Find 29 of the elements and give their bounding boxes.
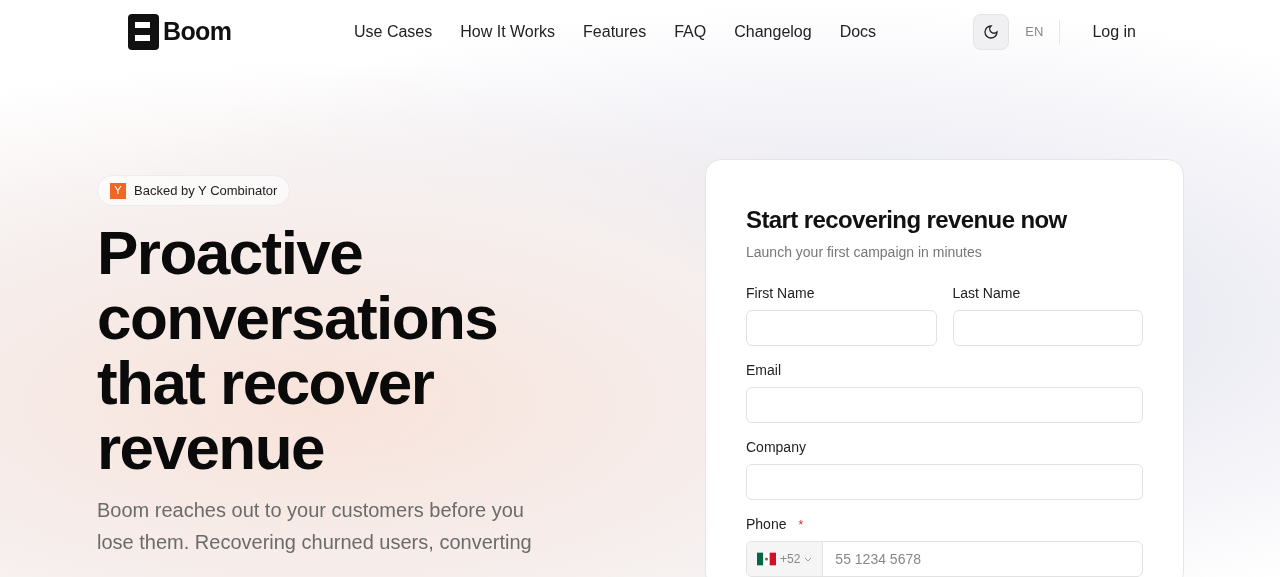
moon-icon xyxy=(983,24,1000,40)
input-field[interactable] xyxy=(746,310,937,346)
nav-link[interactable]: How It Works xyxy=(460,20,556,44)
theme-toggle-button[interactable] xyxy=(973,14,1010,50)
flag-icon xyxy=(757,552,776,566)
field-label: First Name xyxy=(746,284,815,303)
field-label: Company xyxy=(746,438,806,457)
input-field[interactable] xyxy=(746,387,1143,423)
hero-description: Boom reaches out to your customers before you lose them. Recovering churned users, converting xyxy=(97,498,533,555)
y-combinator-icon: Y xyxy=(110,182,126,199)
field-label: Phone xyxy=(746,515,787,534)
form-subtitle: Launch your first campaign in minutes xyxy=(746,243,983,262)
nav-link[interactable]: Use Cases xyxy=(354,20,433,44)
input-field[interactable] xyxy=(952,310,1143,346)
brand-name: Boom xyxy=(163,16,232,48)
logo-icon xyxy=(128,14,159,50)
input-field[interactable] xyxy=(746,464,1143,500)
required-mark: * xyxy=(798,516,804,534)
field-label: Email xyxy=(746,361,781,380)
field-label: Last Name xyxy=(952,284,1021,303)
headline: Proactive conversations that recover revenue xyxy=(97,220,499,480)
nav-link[interactable]: Docs xyxy=(839,20,877,44)
nav-link[interactable]: Features xyxy=(583,20,647,44)
nav-link[interactable]: Changelog xyxy=(734,20,812,44)
login-link[interactable]: Log in xyxy=(1092,20,1136,44)
chevron-down-icon xyxy=(804,556,813,562)
form-title: Start recovering revenue now xyxy=(746,205,1068,235)
badge-text: Backed by Y Combinator xyxy=(134,181,278,200)
nav-link[interactable]: FAQ xyxy=(674,20,707,44)
